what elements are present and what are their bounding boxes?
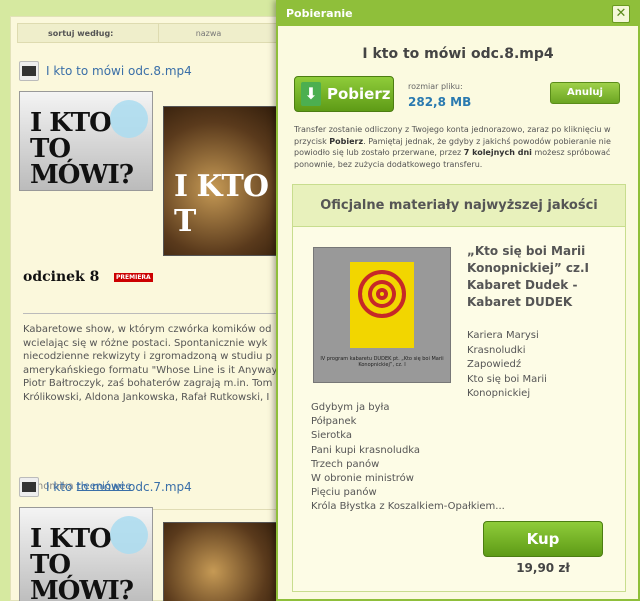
track-item: Zapowiedź	[467, 359, 522, 370]
download-file-title: I kto to mówi odc.8.mp4	[362, 46, 554, 62]
track-item: Konopnickiej	[467, 388, 531, 399]
track-list: Kariera Marysi Krasnoludki Zapowiedź Kto…	[467, 329, 547, 402]
premiere-badge: PREMIERA	[114, 273, 153, 282]
note-bold: Pobierz	[329, 136, 364, 146]
promo-panel: Oficjalne materiały najwyższej jakości I…	[292, 184, 626, 592]
description-line: wcielając się w różne postaci. Spontanic…	[23, 337, 268, 349]
cover-artwork	[350, 262, 414, 348]
description-line: Kabaretowe show, w którym czwórka komikó…	[23, 324, 272, 335]
video-preview-image[interactable]: I KTO T	[163, 106, 288, 256]
description-line: niecodzienne rekwizyty i zgromadzoną w s…	[23, 351, 273, 362]
file-size-label: rozmiar pliku:	[408, 82, 463, 91]
episode-description: Kabaretowe show, w którym czwórka komikó…	[23, 323, 285, 404]
track-item: Króla Błystka z Koszalkiem-Opałkiem...	[311, 501, 505, 513]
description-line: amerykańskiego formatu "Whose Line is it…	[23, 364, 278, 376]
track-item: Gdybym ja była	[311, 402, 390, 413]
promo-header: Oficjalne materiały najwyższej jakości	[293, 185, 625, 227]
play-icon	[110, 516, 148, 554]
album-cover-image[interactable]: IV program kabaretu DUDEK pt. „Kto się b…	[313, 247, 451, 383]
sort-label: sortuj według:	[48, 29, 114, 38]
thumbnail-logo-text: I KTO TO MÓWI?	[30, 524, 134, 601]
note-bold: 7 kolejnych dni	[463, 148, 532, 157]
track-item: Półpanek	[311, 416, 357, 428]
dialog-title: Pobieranie	[286, 7, 353, 20]
episode-label: odcinek 8	[23, 269, 100, 285]
track-item: Krasnoludki	[467, 344, 526, 356]
preview-text: I KTO T	[174, 169, 269, 239]
track-item: Sierotka	[311, 430, 352, 442]
description-line: Królikowski, Aldona Jankowska, Rafał Rut…	[23, 391, 270, 403]
track-item: Trzech panów	[311, 458, 380, 470]
video-file-icon	[19, 61, 39, 81]
download-button[interactable]: ⬇ Pobierz	[294, 76, 394, 112]
download-arrow-icon: ⬇	[301, 82, 321, 106]
video-thumbnail[interactable]: I KTO TO MÓWI?	[19, 91, 153, 191]
divider	[23, 313, 283, 314]
video-preview-image[interactable]	[163, 522, 288, 601]
track-item: W obronie ministrów	[311, 473, 414, 485]
close-icon[interactable]: ✕	[612, 5, 630, 23]
cancel-button[interactable]: Anuluj	[550, 82, 620, 104]
track-item: Pani kupi krasnoludka	[311, 444, 421, 456]
video-file-icon	[19, 477, 39, 497]
track-item: Kariera Marysi	[467, 330, 539, 341]
video-thumbnail[interactable]: I KTO TO MÓWI?	[19, 507, 153, 601]
cover-caption: IV program kabaretu DUDEK pt. „Kto się b…	[320, 356, 444, 368]
track-item: Kto się boi Marii	[467, 373, 547, 385]
product-title-link[interactable]: „Kto się boi Marii Konopnickiej” cz.I Ka…	[467, 243, 617, 311]
file-size-value: 282,8 MB	[408, 95, 472, 109]
download-dialog: Pobieranie ✕ I kto to mówi odc.8.mp4 ⬇ P…	[276, 0, 640, 601]
track-item: Pięciu panów	[311, 487, 377, 499]
sort-by-name-column[interactable]: nazwa	[158, 24, 258, 42]
download-button-label: Pobierz	[327, 85, 391, 103]
dialog-header: Pobieranie ✕	[278, 2, 638, 26]
play-icon	[110, 100, 148, 138]
thumbnail-logo-text: I KTO TO MÓWI?	[30, 108, 134, 190]
transfer-note: Transfer zostanie odliczony z Twojego ko…	[294, 124, 624, 170]
buy-button[interactable]: Kup	[483, 521, 603, 557]
file-title-link[interactable]: I kto to mówi odc.8.mp4	[46, 64, 192, 78]
description-line: Piotr Bałtroczyk, zaś bohaterów zagrają …	[23, 378, 273, 389]
spiral-graphic	[358, 270, 406, 318]
file-title-link[interactable]: I kto to mówi odc.7.mp4	[46, 480, 192, 494]
product-price: 19,90 zł	[516, 561, 570, 575]
track-list-continued: Gdybym ja była Półpanek Sierotka Pani ku…	[311, 401, 505, 515]
